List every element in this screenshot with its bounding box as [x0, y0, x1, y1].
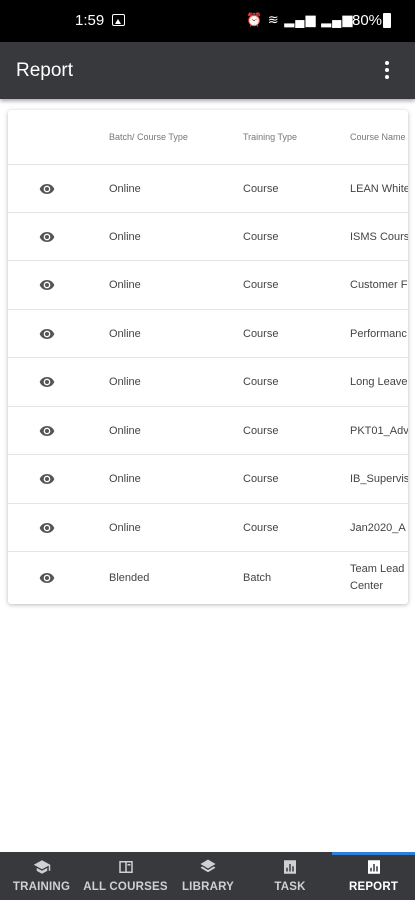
more-vertical-icon[interactable] — [375, 56, 399, 84]
cell-training-type: Course — [243, 376, 279, 388]
report-table: Batch/ Course Type Training Type Course … — [8, 110, 408, 604]
nav-item-task[interactable]: TASK — [248, 852, 332, 900]
cell-batch: Online — [109, 327, 141, 340]
table-row: Online Course Jan2020_A — [8, 504, 408, 552]
cell-batch: Online — [109, 182, 141, 195]
cell-course-name: Jan2020_A — [350, 521, 406, 534]
cell-training-type: Course — [243, 279, 279, 291]
eye-icon[interactable] — [26, 552, 68, 604]
table-row: Online Course Customer F — [8, 261, 408, 310]
table-row: Online Course Long Leave — [8, 358, 408, 407]
cell-training-type: Course — [243, 473, 279, 485]
table-row: Online Course LEAN White — [8, 165, 408, 213]
header-view-column — [26, 110, 68, 164]
eye-icon[interactable] — [26, 310, 68, 357]
status-time: 1:59 — [75, 12, 105, 29]
nav-label: TASK — [274, 881, 306, 893]
nav-item-all-courses[interactable]: ALL COURSES — [83, 852, 168, 900]
nav-item-report[interactable]: REPORT — [332, 852, 415, 900]
nav-label: LIBRARY — [181, 881, 235, 893]
status-icons: ⏰ ≋ ▂▄▆ ▂▄▆ — [246, 12, 354, 27]
cell-course-name: Long Leave — [350, 376, 408, 388]
battery-level: 80% — [352, 12, 383, 29]
eye-icon[interactable] — [26, 213, 68, 260]
cell-course-name: LEAN White — [350, 182, 408, 195]
status-bar: 1:59 ⏰ ≋ ▂▄▆ ▂▄▆ 80% — [0, 0, 415, 42]
cell-training-type: Course — [243, 182, 279, 195]
course-book-icon — [118, 861, 133, 873]
table-row: Online Course PKT01_Adv — [8, 407, 408, 455]
eye-icon[interactable] — [26, 455, 68, 503]
table-row: Online Course Performanc — [8, 310, 408, 358]
cell-course-name: Performanc — [350, 327, 407, 340]
cell-course-name: Customer F — [350, 279, 408, 291]
cell-batch: Blended — [109, 572, 150, 584]
header-batch-course-type: Batch/ Course Type — [109, 132, 188, 142]
nav-label: TRAINING — [12, 881, 71, 893]
cell-batch: Online — [109, 376, 141, 388]
report-chart-icon — [367, 860, 380, 874]
header-course-name: Course Name — [350, 132, 406, 142]
cell-training-type: Batch — [243, 572, 272, 584]
gallery-icon — [112, 14, 125, 26]
app-bar: Report — [0, 42, 415, 99]
cell-batch: Online — [109, 230, 141, 243]
table-row: Online Course ISMS Cours — [8, 213, 408, 261]
battery-icon — [383, 13, 391, 28]
cell-training-type: Course — [243, 424, 279, 437]
eye-icon[interactable] — [26, 407, 68, 454]
cell-batch: Online — [109, 279, 141, 291]
nav-label: ALL COURSES — [83, 881, 168, 893]
table-row: Online Course IB_Supervis — [8, 455, 408, 504]
table-row: Blended Batch Team Lead Center — [8, 552, 408, 604]
cell-batch: Online — [109, 521, 141, 534]
cell-training-type: Course — [243, 327, 279, 340]
nav-item-training[interactable]: TRAINING — [0, 852, 83, 900]
eye-icon[interactable] — [26, 261, 68, 309]
cell-course-name: PKT01_Adv — [350, 424, 408, 437]
eye-icon[interactable] — [26, 504, 68, 551]
task-chart-icon — [284, 860, 296, 874]
layers-icon — [200, 859, 216, 873]
cell-training-type: Course — [243, 521, 279, 534]
cell-training-type: Course — [243, 230, 279, 243]
cell-course-name: IB_Supervis — [350, 473, 408, 485]
cell-batch: Online — [109, 424, 141, 437]
page-title: Report — [16, 60, 74, 81]
nav-label: REPORT — [348, 881, 399, 893]
header-training-type: Training Type — [243, 132, 298, 142]
table-header-row: Batch/ Course Type Training Type Course … — [8, 110, 408, 165]
graduation-cap-icon — [33, 860, 50, 874]
eye-icon[interactable] — [26, 358, 68, 406]
eye-icon[interactable] — [26, 165, 68, 212]
nav-item-library[interactable]: LIBRARY — [168, 852, 248, 900]
bottom-nav: TRAINING ALL COURSES LIBRARY TASK REPORT — [0, 852, 415, 900]
cell-course-name: ISMS Cours — [350, 230, 408, 243]
cell-batch: Online — [109, 473, 141, 485]
cell-course-name: Team Lead Center — [350, 563, 405, 592]
